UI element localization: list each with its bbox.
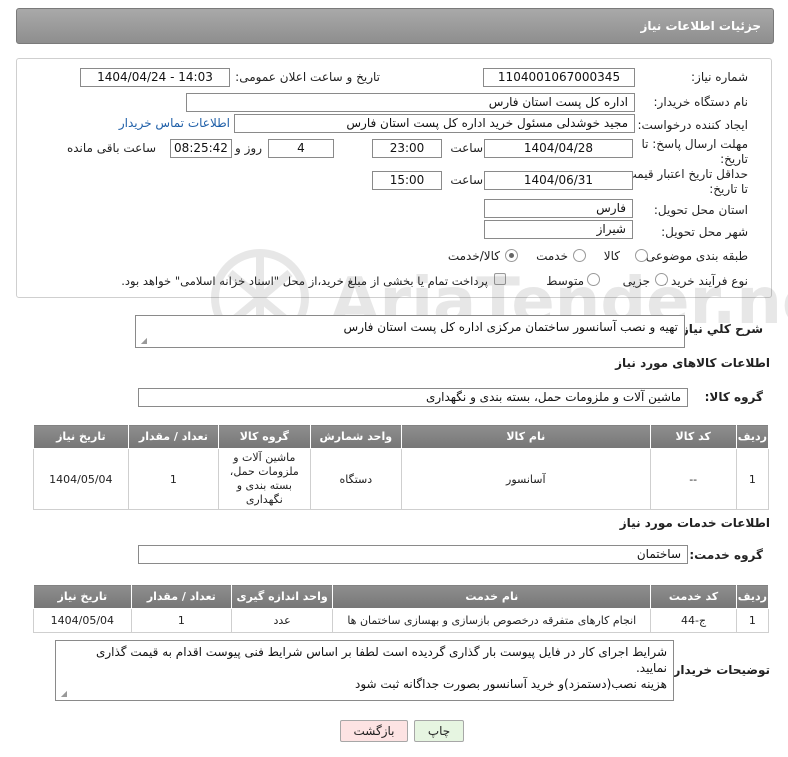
category-radio-goods[interactable] (635, 249, 648, 262)
category-option-goods-service: کالا/خدمت (447, 249, 500, 263)
reply-time-label: ساعت (450, 141, 483, 155)
goods-col-row: ردیف (735, 424, 770, 449)
summary-textarea[interactable]: تهیه و نصب آسانسور ساختمان مرکزی اداره ک… (135, 315, 685, 348)
goods-col-unit: واحد شمارش (309, 424, 403, 449)
buyer-notes-label: توضیحات خریدار: (668, 663, 770, 677)
services-group-label: گروه خدمت: (689, 548, 763, 562)
price-validity-date: 1404/06/31 (484, 171, 633, 190)
table-row: 1 ج-44 انجام کارهای متفرقه درخصوص بازساز… (33, 608, 770, 633)
resize-grip-icon[interactable]: ◢ (59, 690, 67, 698)
services-table: ردیف کد خدمت نام خدمت واحد اندازه گیری ت… (33, 584, 770, 633)
services-cell-row: 1 (735, 608, 770, 633)
buyer-org-field: اداره کل پست استان فارس (186, 93, 635, 112)
goods-cell-group: ماشین آلات و ملزومات حمل، بسته بندی و نگ… (218, 448, 311, 510)
table-row: 1 -- آسانسور دستگاه ماشین آلات و ملزومات… (33, 448, 770, 510)
buyer-notes-textarea[interactable]: شرایط اجرای کار در فایل پیوست بار گذاری … (55, 640, 674, 701)
services-cell-name: انجام کارهای متفرقه درخصوص بازسازی و بهس… (332, 608, 652, 633)
category-label: طبقه بندی موضوعی: (641, 249, 748, 263)
reply-deadline-time: 23:00 (372, 139, 442, 158)
page-title: جزئیات اطلاعات نیاز (640, 19, 761, 33)
delivery-city-label: شهر محل تحویل: (661, 225, 748, 239)
print-button[interactable]: چاپ (414, 720, 464, 742)
services-col-row: ردیف (735, 584, 770, 609)
purchase-radio-minor[interactable] (655, 273, 668, 286)
remaining-label: ساعت باقی مانده (66, 141, 156, 155)
services-col-date: تاریخ نیاز (33, 584, 132, 609)
price-validity-label: حداقل تاریخ اعتبار قیمت: (621, 167, 748, 181)
services-group-field: ساختمان (138, 545, 688, 564)
services-col-unit: واحد اندازه گیری (230, 584, 334, 609)
buyer-notes-line-2: هزینه نصب(دستمزد)و خرید آسانسور بصورت جد… (355, 677, 667, 691)
buyer-contact-link[interactable]: اطلاعات تماس خریدار (119, 116, 230, 130)
goods-cell-qty: 1 (127, 448, 220, 510)
goods-section-title: اطلاعات کالاهای مورد نیاز (615, 356, 770, 370)
services-cell-date: 1404/05/04 (33, 608, 132, 633)
days-label: روز و (235, 141, 262, 155)
goods-cell-name: آسانسور (401, 448, 651, 510)
services-cell-code: ج-44 (650, 608, 737, 633)
buyer-org-label: نام دستگاه خریدار: (653, 95, 749, 109)
goods-col-date: تاریخ نیاز (33, 424, 129, 449)
announce-datetime-label: تاریخ و ساعت اعلان عمومی: (235, 70, 380, 84)
category-option-goods: کالا (603, 249, 620, 263)
delivery-city-field: شیراز (484, 220, 633, 239)
goods-col-code: کد کالا (649, 424, 737, 449)
requester-field: مجید خوشدلی مسئول خرید اداره کل پست استا… (234, 114, 635, 133)
resize-grip-icon[interactable]: ◢ (139, 337, 147, 345)
summary-text: تهیه و نصب آسانسور ساختمان مرکزی اداره ک… (343, 320, 678, 334)
services-col-code: کد خدمت (650, 584, 737, 609)
price-validity-time-label: ساعت (450, 173, 483, 187)
goods-cell-unit: دستگاه (309, 448, 403, 510)
summary-label: شرح کلي نياز: (677, 322, 763, 336)
goods-group-field: ماشین آلات و ملزومات حمل، بسته بندی و نگ… (138, 388, 688, 407)
announce-datetime-field: 1404/04/24 - 14:03 (80, 68, 230, 87)
goods-table: ردیف کد کالا نام کالا واحد شمارش گروه کا… (33, 424, 770, 510)
page-header: جزئیات اطلاعات نیاز (16, 8, 774, 44)
goods-cell-row: 1 (735, 448, 770, 510)
category-radio-goods-service[interactable] (505, 249, 518, 262)
purchase-type-label: نوع فرآیند خرید : (663, 274, 748, 288)
reply-deadline-label-2: تاریخ: (720, 152, 748, 166)
remaining-days: 4 (268, 139, 334, 158)
goods-cell-date: 1404/05/04 (33, 448, 129, 510)
category-option-service: خدمت (536, 249, 568, 263)
delivery-province-label: استان محل تحویل: (653, 203, 748, 217)
category-radio-service[interactable] (573, 249, 586, 262)
requester-label: ایجاد کننده درخواست: (637, 118, 748, 132)
need-number-label: شماره نیاز: (691, 70, 748, 84)
buyer-notes-line-1: شرایط اجرای کار در فایل پیوست بار گذاری … (95, 645, 667, 675)
price-validity-time: 15:00 (372, 171, 442, 190)
goods-cell-code: -- (649, 448, 737, 510)
services-section-title: اطلاعات خدمات مورد نیاز (619, 516, 770, 530)
services-col-name: نام خدمت (332, 584, 652, 609)
goods-group-label: گروه کالا: (704, 390, 763, 404)
need-number-field: 1104001067000345 (483, 68, 635, 87)
reply-deadline-date: 1404/04/28 (484, 139, 633, 158)
delivery-province-field: فارس (484, 199, 633, 218)
goods-col-qty: تعداد / مقدار (127, 424, 220, 449)
goods-col-name: نام کالا (401, 424, 651, 449)
remaining-time: 08:25:42 (170, 139, 232, 158)
price-validity-label-2: تا تاریخ: (709, 182, 748, 196)
goods-col-group: گروه کالا (218, 424, 311, 449)
treasury-payment-checkbox[interactable] (494, 273, 506, 285)
reply-deadline-label: مهلت ارسال پاسخ: تا (641, 137, 748, 151)
services-cell-unit: عدد (230, 608, 334, 633)
purchase-radio-medium[interactable] (587, 273, 600, 286)
services-col-qty: تعداد / مقدار (130, 584, 232, 609)
purchase-option-minor: جزیی (622, 274, 650, 288)
treasury-payment-note: پرداخت تمام یا بخشی از مبلغ خرید،از محل … (121, 274, 488, 288)
services-cell-qty: 1 (130, 608, 232, 633)
back-button[interactable]: بازگشت (340, 720, 408, 742)
purchase-option-medium: متوسط (546, 274, 584, 288)
